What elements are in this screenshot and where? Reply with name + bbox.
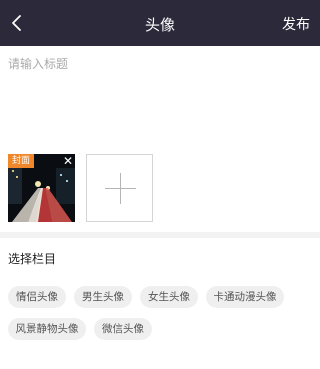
- category-chip-scenery[interactable]: 风景静物头像: [8, 318, 86, 340]
- category-chip-boy[interactable]: 男生头像: [74, 286, 132, 308]
- plus-icon-vertical: [120, 173, 121, 204]
- category-chip-wechat[interactable]: 微信头像: [94, 318, 152, 340]
- cover-badge: 封面: [8, 154, 35, 168]
- post-editor: 封面 ✕: [0, 46, 320, 232]
- category-chip-couple[interactable]: 情侣头像: [8, 286, 66, 308]
- top-nav-bar: 头像 发布: [0, 0, 320, 46]
- category-chip-girl[interactable]: 女生头像: [140, 286, 198, 308]
- category-section: 选择栏目 情侣头像 男生头像 女生头像 卡通动漫头像 风景静物头像 微信头像: [0, 238, 320, 369]
- category-chip-cartoon[interactable]: 卡通动漫头像: [206, 286, 284, 308]
- category-label: 选择栏目: [8, 252, 57, 266]
- publish-button[interactable]: 发布: [282, 14, 310, 34]
- close-icon[interactable]: ✕: [63, 155, 73, 167]
- add-image-button[interactable]: [86, 154, 153, 222]
- page-title: 头像: [144, 16, 175, 34]
- cover-image-thumbnail[interactable]: 封面 ✕: [8, 154, 75, 222]
- title-input[interactable]: [8, 54, 308, 74]
